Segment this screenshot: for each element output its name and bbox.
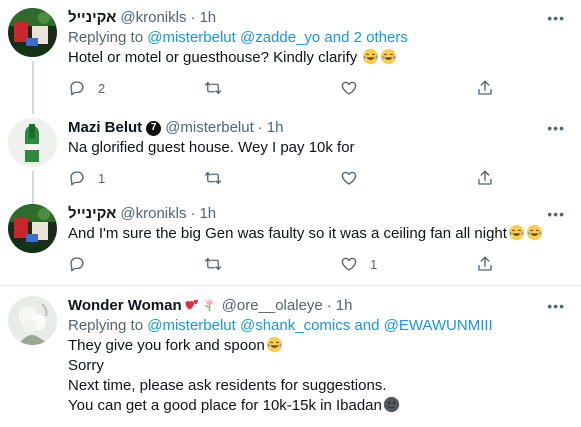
like-button[interactable]: 1 [340,255,476,273]
share-icon [476,169,494,187]
user-handle[interactable]: @kronikls [120,204,186,224]
tulip-icon [200,296,218,316]
tears-of-joy-icon [361,48,379,66]
reply-button[interactable] [68,255,204,273]
retweet-icon [204,79,222,97]
tears-of-joy-icon [379,48,397,66]
more-icon[interactable]: ••• [547,10,565,26]
tweet-time[interactable]: 1h [267,118,284,138]
retweet-button[interactable] [204,169,340,187]
tweet-ore-olaleye[interactable]: Wonder Woman @ore__olaleye · 1h ••• Repl… [0,286,581,426]
like-button[interactable] [340,79,476,97]
tweet-text: And I'm sure the big Gen was faulty so i… [68,224,565,244]
share-button[interactable] [476,255,494,273]
tweet-actions: 2 [68,78,565,98]
reply-icon [68,169,86,187]
avatar-misterbelut[interactable] [8,118,57,167]
retweet-button[interactable] [204,79,340,97]
tweet-text-line: Sorry [68,356,565,376]
heart-icon [340,255,358,273]
avatar-ore-olaleye[interactable] [8,296,57,345]
reply-icon [68,79,86,97]
avatar-kronikls[interactable] [8,8,57,57]
retweet-button[interactable] [204,255,340,273]
tweet-text: Na glorified guest house. Wey I pay 10k … [68,138,565,158]
share-icon [476,79,494,97]
share-button[interactable] [476,169,494,187]
tweet-text-line: You can get a good place for 10k-15k in … [68,396,565,416]
reply-icon [68,255,86,273]
tweet-time[interactable]: 1h [199,8,216,28]
replying-to: Replying to @misterbelut @shank_comics a… [68,316,565,336]
tweet-text-content: Next time, please ask residents for sugg… [68,377,387,394]
more-icon[interactable]: ••• [547,298,565,314]
tweet-text-content: Na glorified guest house. Wey I pay 10k … [68,139,355,156]
replying-prefix: Replying to [68,29,148,46]
tweet-actions: 1 [68,254,565,274]
tweet-time[interactable]: 1h [199,204,216,224]
tweet-text-content: They give you fork and spoon [68,337,265,354]
user-handle[interactable]: @ore__olaleye [222,296,323,316]
tweet-text-content: And I'm sure the big Gen was faulty so i… [68,225,507,242]
tweet-text-line: Next time, please ask residents for sugg… [68,376,565,396]
tears-of-joy-icon [507,224,525,242]
reply-count: 1 [98,170,106,186]
more-icon[interactable]: ••• [547,206,565,222]
display-name[interactable]: אקינייל [68,8,116,28]
reply-button[interactable]: 1 [68,169,204,187]
tweet-text: Hotel or motel or guesthouse? Kindly cla… [68,48,565,68]
replying-mentions[interactable]: @misterbelut @zadde_yo and 2 others [147,29,408,46]
seven-badge-icon: 7 [146,120,162,136]
separator-dot: · [326,297,332,314]
retweet-icon [204,255,222,273]
avatar-kronikls[interactable] [8,204,57,253]
replying-to: Replying to @misterbelut @zadde_yo and 2… [68,28,565,48]
replying-prefix: Replying to [68,317,148,334]
tweet-kronikls-1[interactable]: אקינייל @kronikls · 1h ••• Replying to @… [0,0,581,114]
separator-dot: · [190,9,196,26]
like-button[interactable] [340,169,476,187]
reply-count: 2 [98,80,106,96]
tears-of-joy-icon [525,224,543,242]
tweet-text-content: Hotel or motel or guesthouse? Kindly cla… [68,49,358,66]
tweet-actions: 1 [68,168,565,188]
tweet-text-content: You can get a good place for 10k-15k in … [68,397,382,414]
tears-of-joy-icon [265,336,283,354]
two-hearts-icon [182,296,200,316]
separator-dot: · [257,119,263,136]
tweet-text-content: Sorry [68,357,104,374]
retweet-icon [204,169,222,187]
tweet-time[interactable]: 1h [336,296,353,316]
tweet-thread: אקינייל @kronikls · 1h ••• Replying to @… [0,0,581,427]
display-name[interactable]: אקינייל [68,204,116,224]
display-name[interactable]: Mazi Belut [68,118,142,138]
heart-icon [340,169,358,187]
replying-mentions[interactable]: @misterbelut @shank_comics and @EWAWUNMI… [147,317,492,334]
share-icon [476,255,494,273]
tweet-kronikls-2[interactable]: אקינייל @kronikls · 1h ••• And I'm sure … [0,198,581,286]
user-handle[interactable]: @misterbelut [165,118,254,138]
tweet-misterbelut[interactable]: Mazi Belut 7 @misterbelut · 1h ••• Na gl… [0,106,581,210]
separator-dot: · [190,205,196,222]
new-moon-face-icon [382,396,400,414]
tweet-text-line: They give you fork and spoon [68,336,565,356]
user-handle[interactable]: @kronikls [120,8,186,28]
share-button[interactable] [476,79,494,97]
display-name[interactable]: Wonder Woman [68,296,182,316]
more-icon[interactable]: ••• [547,120,565,136]
like-count: 1 [370,256,378,272]
heart-icon [340,79,358,97]
reply-button[interactable]: 2 [68,79,204,97]
